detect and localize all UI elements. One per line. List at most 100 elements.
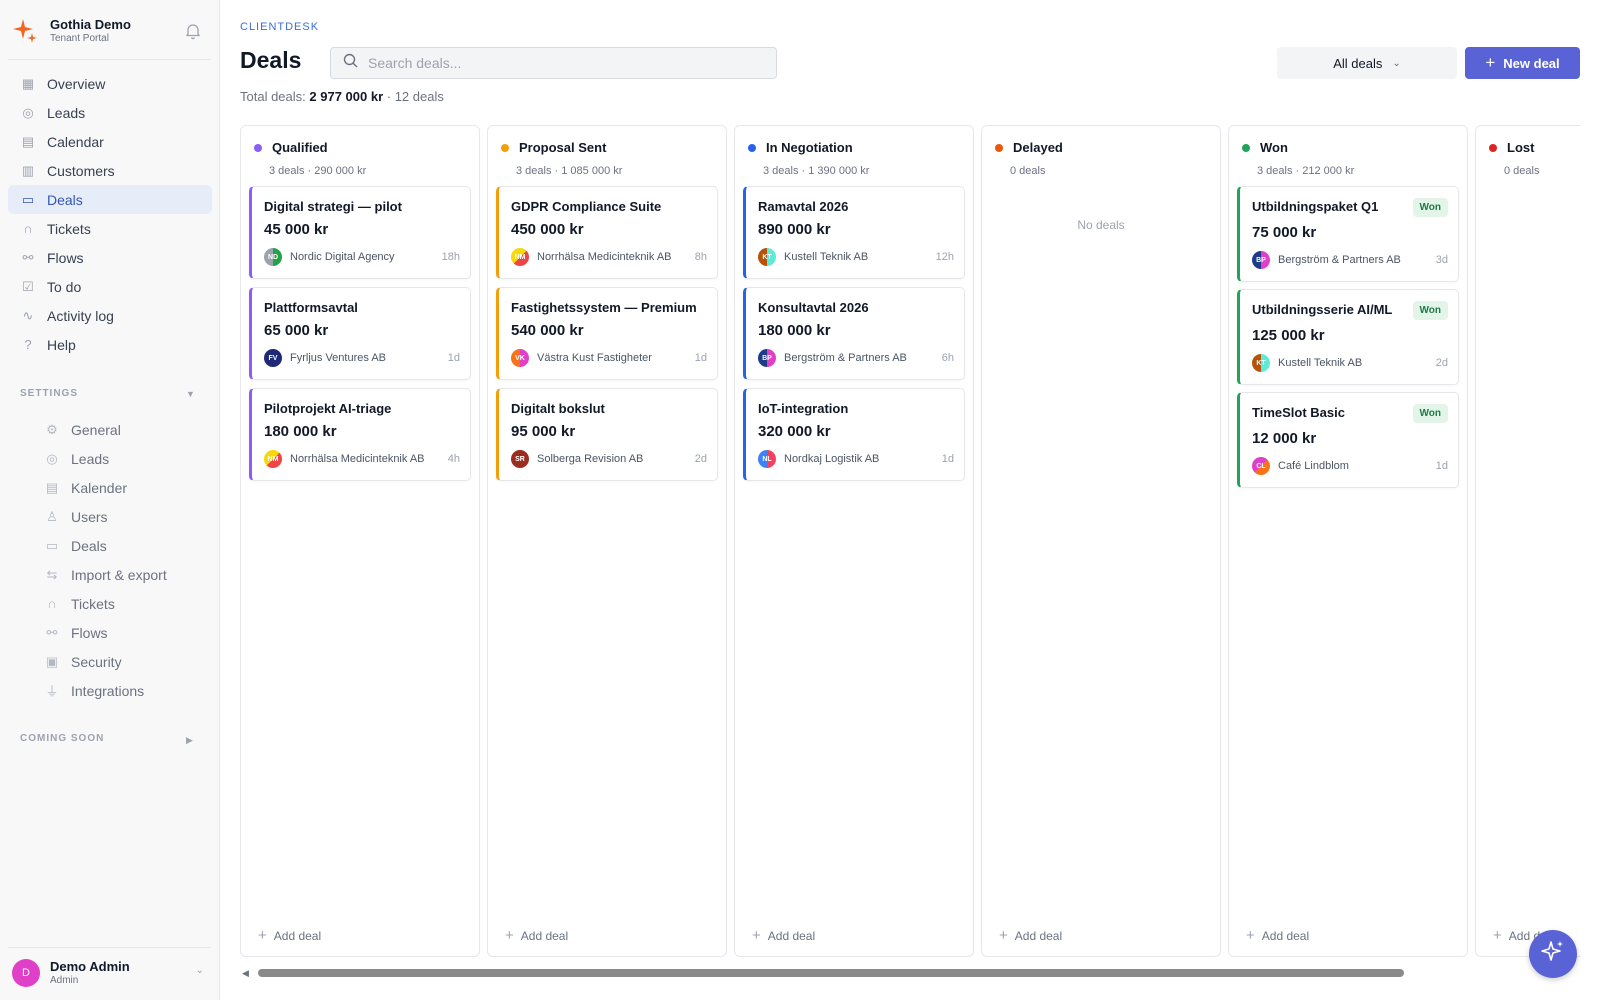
nav-item-label: General [71, 421, 121, 438]
settings-item-flows[interactable]: ⚯ Flows [32, 618, 212, 647]
chevron-right-icon[interactable]: ▶ [186, 735, 193, 746]
brand[interactable]: Gothia Demo Tenant Portal [12, 14, 208, 48]
settings-section-label[interactable]: SETTINGS [20, 388, 78, 399]
deal-footer: CL Café Lindblom 1d [1252, 457, 1448, 475]
sidebar-item-calendar[interactable]: ▤ Calendar [8, 127, 212, 156]
add-deal-button[interactable]: + Add deal [505, 927, 568, 944]
sidebar-item-deals[interactable]: ▭ Deals [8, 185, 212, 214]
deal-amount: 320 000 kr [758, 423, 831, 440]
totals-amount: 2 977 000 kr [309, 89, 384, 104]
deal-card[interactable]: Fastighetssystem — Premium 540 000 kr VK Vä… [496, 287, 718, 380]
company-name: Café Lindblom [1278, 460, 1349, 472]
search-box[interactable] [330, 47, 777, 79]
deal-title: GDPR Compliance Suite [511, 199, 662, 214]
deal-card[interactable]: Plattformsavtal 65 000 kr FV Fyrljus Ventur… [249, 287, 471, 380]
totals-count: · 12 deals [386, 89, 444, 104]
lock-icon: ▣ [45, 653, 59, 669]
avatar: SR [511, 450, 529, 468]
avatar: NM [511, 248, 529, 266]
add-deal-label: Add deal [1014, 928, 1063, 943]
settings-item-import-export[interactable]: ⇆ Import & export [32, 560, 212, 589]
settings-item-leads[interactable]: ◎ Leads [32, 444, 212, 473]
avatar: NL [758, 450, 776, 468]
sparkle-icon [1540, 939, 1566, 970]
column-header: Qualified [254, 140, 328, 155]
deal-card[interactable]: Utbildningsserie AI/ML Won 125 000 kr KT Kus… [1237, 289, 1459, 385]
deal-card[interactable]: Digital strategi — pilot 45 000 kr ND Nordi… [249, 186, 471, 279]
bell-icon[interactable] [184, 22, 202, 40]
deal-title: Plattformsavtal [264, 300, 358, 315]
status-dot [1242, 143, 1250, 152]
deal-card[interactable]: Utbildningspaket Q1 Won 75 000 kr BP Bergstr… [1237, 186, 1459, 282]
coming-soon-section-label[interactable]: COMING SOON [20, 733, 104, 744]
sidebar-item-customers[interactable]: ▥ Customers [8, 156, 212, 185]
sidebar-item-activity-log[interactable]: ∿ Activity log [8, 301, 212, 330]
deal-filter-select[interactable]: All deals ⌄ [1277, 47, 1457, 79]
chevron-down-icon[interactable]: ⌄ [196, 965, 204, 976]
deal-title: Utbildningspaket Q1 [1252, 199, 1379, 214]
brand-subtitle: Tenant Portal [50, 33, 109, 44]
nav-item-label: Users [71, 508, 108, 525]
horizontal-scrollbar[interactable]: ◀ ▶ [240, 968, 1560, 978]
settings-item-security[interactable]: ▣ Security [32, 647, 212, 676]
search-input[interactable] [368, 55, 768, 71]
deal-card[interactable]: TimeSlot Basic Won 12 000 kr CL Café Lindblo… [1237, 392, 1459, 488]
settings-item-tickets[interactable]: ∩ Tickets [32, 589, 212, 618]
company-name: Norrhälsa Medicinteknik AB [290, 453, 425, 465]
settings-nav: ⚙ General ◎ Leads ▤ Kalender ♙ Users ▭ Deals ⇆ Impo… [32, 415, 212, 705]
user-menu[interactable]: D Demo Admin Admin ⌄ [12, 957, 208, 989]
nav-item-label: Calendar [47, 133, 104, 150]
settings-item-integrations[interactable]: ⏚ Integrations [32, 676, 212, 705]
chevron-down-icon[interactable]: ▼ [186, 389, 195, 399]
column-title: Proposal Sent [519, 140, 607, 155]
filter-label: All deals [1333, 55, 1383, 71]
add-deal-button[interactable]: + Add deal [999, 927, 1062, 944]
deal-card[interactable]: IoT-integration 320 000 kr NL Nordkaj Logis… [743, 388, 965, 481]
deal-age: 2d [1435, 357, 1448, 369]
ai-assistant-button[interactable] [1529, 930, 1577, 978]
add-deal-label: Add deal [273, 928, 322, 943]
plus-icon: + [1485, 53, 1496, 72]
deal-card[interactable]: Pilotprojekt AI-triage 180 000 kr NM Norrhä… [249, 388, 471, 481]
column-lost: Lost 0 deals + Add deal [1475, 125, 1580, 957]
headset-icon: ∩ [47, 596, 57, 611]
column-header: In Negotiation [748, 140, 853, 155]
add-deal-button[interactable]: + Add deal [258, 927, 321, 944]
company-name: Bergström & Partners AB [1278, 254, 1401, 266]
plus-icon: + [258, 927, 267, 944]
deal-card[interactable]: GDPR Compliance Suite 450 000 kr NM Norrhäl… [496, 186, 718, 279]
avatar: KT [1252, 354, 1270, 372]
sidebar-item-leads[interactable]: ◎ Leads [8, 98, 212, 127]
search-icon [343, 53, 358, 73]
sidebar-item-flows[interactable]: ⚯ Flows [8, 243, 212, 272]
nav-item-label: Kalender [71, 479, 128, 496]
status-badge: Won [1412, 404, 1448, 423]
settings-item-users[interactable]: ♙ Users [32, 502, 212, 531]
scrollbar-thumb[interactable] [258, 969, 1404, 977]
settings-item-general[interactable]: ⚙ General [32, 415, 212, 444]
grid-icon: ▦ [21, 75, 35, 91]
new-deal-button[interactable]: + New deal [1465, 47, 1580, 79]
deal-card[interactable]: Ramavtal 2026 890 000 kr KT Kustell Teknik … [743, 186, 965, 279]
add-deal-button[interactable]: + Add deal [752, 927, 815, 944]
deal-footer: BP Bergström & Partners AB 3d [1252, 251, 1448, 269]
deal-amount: 125 000 kr [1252, 327, 1325, 344]
deal-title: Fastighetssystem — Premium [511, 300, 697, 315]
sidebar-item-to-do[interactable]: ☑ To do [8, 272, 212, 301]
sidebar-item-overview[interactable]: ▦ Overview [8, 69, 212, 98]
headset-icon: ∩ [23, 221, 33, 236]
empty-state: No deals [1077, 218, 1125, 232]
scroll-left-arrow-icon[interactable]: ◀ [242, 968, 249, 979]
deal-card[interactable]: Konsultavtal 2026 180 000 kr BP Bergström &… [743, 287, 965, 380]
deal-card[interactable]: Digitalt bokslut 95 000 kr SR Solberga Revi… [496, 388, 718, 481]
deal-amount: 890 000 kr [758, 221, 831, 238]
nav-item-label: Leads [47, 104, 86, 121]
settings-item-deals[interactable]: ▭ Deals [32, 531, 212, 560]
brand-name: Gothia Demo [50, 17, 131, 32]
settings-item-kalender[interactable]: ▤ Kalender [32, 473, 212, 502]
deal-age: 1d [694, 352, 707, 364]
sidebar-item-tickets[interactable]: ∩ Tickets [8, 214, 212, 243]
gear-icon: ⚙ [46, 421, 58, 437]
sidebar-item-help[interactable]: ? Help [8, 330, 212, 359]
add-deal-button[interactable]: + Add deal [1246, 927, 1309, 944]
